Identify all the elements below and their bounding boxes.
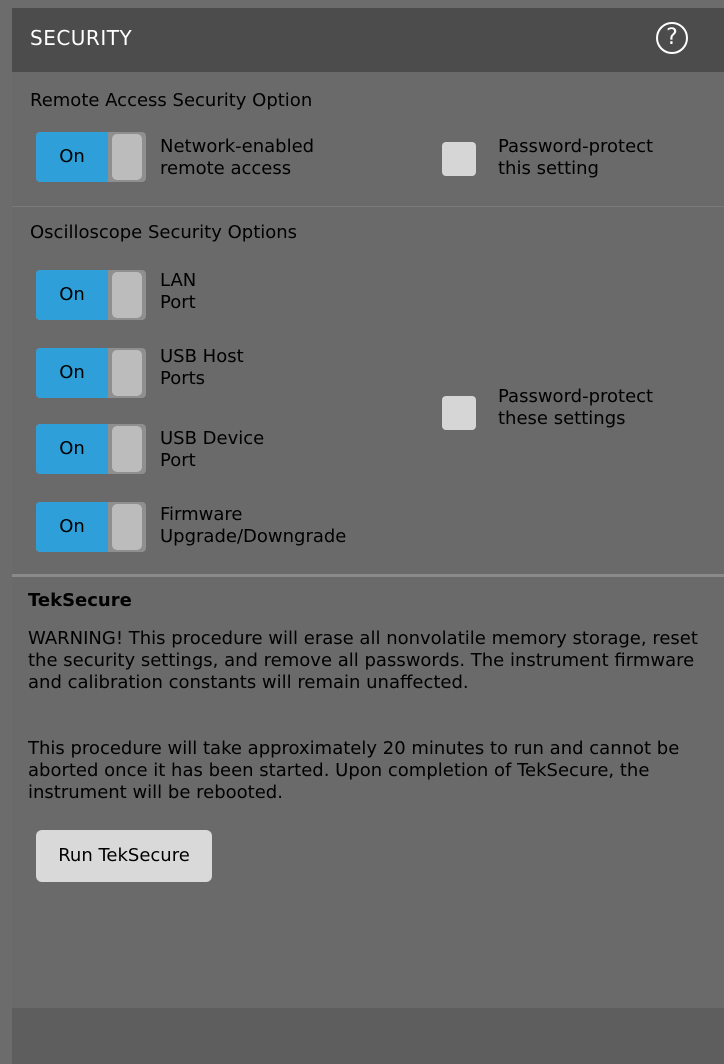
section-divider [12, 574, 724, 577]
section-divider [12, 206, 724, 207]
teksecure-title: TekSecure [28, 590, 132, 611]
lan-port-toggle[interactable]: On [36, 270, 146, 320]
lan-port-label: LAN Port [160, 270, 197, 313]
help-icon[interactable]: ? [656, 22, 688, 54]
usb-device-port-toggle[interactable]: On [36, 424, 146, 474]
network-remote-access-label: Network-enabled remote access [160, 136, 315, 179]
panel-header: SECURITY ? [12, 8, 724, 72]
toggle-knob [112, 426, 142, 472]
toggle-knob [112, 350, 142, 396]
scope-section-title: Oscilloscope Security Options [30, 222, 298, 243]
toggle-knob [112, 504, 142, 550]
usb-host-ports-label: USB Host Ports [160, 346, 244, 389]
panel-title: SECURITY [30, 26, 133, 50]
password-protect-scope-label: Password-protect these settings [498, 386, 654, 429]
toggle-state: On [36, 270, 108, 320]
remote-section-title: Remote Access Security Option [30, 90, 313, 111]
toggle-state: On [36, 348, 108, 398]
password-protect-scope-checkbox[interactable] [442, 396, 476, 430]
teksecure-warning: WARNING! This procedure will erase all n… [28, 628, 698, 693]
password-protect-remote-label: Password-protect this setting [498, 136, 654, 179]
teksecure-info: This procedure will take approximately 2… [28, 738, 680, 803]
password-protect-remote-checkbox[interactable] [442, 142, 476, 176]
usb-device-port-label: USB Device Port [160, 428, 265, 471]
toggle-knob [112, 134, 142, 180]
usb-host-ports-toggle[interactable]: On [36, 348, 146, 398]
network-remote-access-toggle[interactable]: On [36, 132, 146, 182]
panel-footer [12, 1008, 724, 1064]
run-teksecure-button[interactable]: Run TekSecure [36, 830, 212, 882]
firmware-upgrade-label: Firmware Upgrade/Downgrade [160, 504, 347, 547]
toggle-state: On [36, 502, 108, 552]
security-panel: SECURITY ? Remote Access Security Option… [12, 8, 724, 1064]
firmware-upgrade-toggle[interactable]: On [36, 502, 146, 552]
toggle-knob [112, 272, 142, 318]
toggle-state: On [36, 424, 108, 474]
toggle-state: On [36, 132, 108, 182]
